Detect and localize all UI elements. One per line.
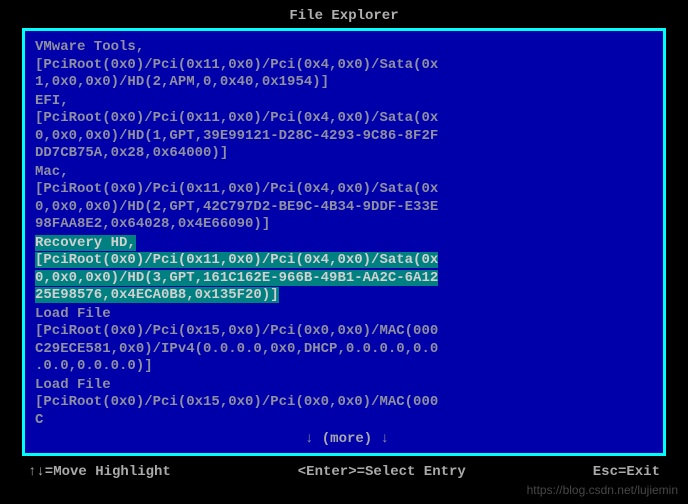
entry-name: Recovery HD,	[35, 235, 136, 251]
more-indicator: ↓ (more) ↓	[35, 431, 659, 447]
hint-exit: Esc=Exit	[593, 464, 660, 480]
entry-path-segment: C	[35, 412, 659, 430]
entry-name: Mac,	[35, 164, 659, 182]
file-list-frame: VMware Tools,[PciRoot(0x0)/Pci(0x11,0x0)…	[22, 28, 666, 456]
file-entry[interactable]: VMware Tools,[PciRoot(0x0)/Pci(0x11,0x0)…	[35, 39, 659, 92]
entry-path-segment: [PciRoot(0x0)/Pci(0x11,0x0)/Pci(0x4,0x0)…	[35, 252, 438, 268]
watermark: https://blog.csdn.net/lujiemin	[527, 483, 678, 497]
entry-name: Load File	[35, 377, 659, 395]
hint-select: <Enter>=Select Entry	[298, 464, 466, 480]
entry-path-segment: [PciRoot(0x0)/Pci(0x11,0x0)/Pci(0x4,0x0)…	[35, 181, 659, 199]
entry-path-segment: [PciRoot(0x0)/Pci(0x11,0x0)/Pci(0x4,0x0)…	[35, 110, 659, 128]
entry-path-segment: 98FAA8E2,0x64028,0x4E66090)]	[35, 216, 659, 234]
entry-path-segment: 1,0x0,0x0)/HD(2,APM,0,0x40,0x1954)]	[35, 74, 659, 92]
entry-path-segment: DD7CB75A,0x28,0x64000)]	[35, 145, 659, 163]
entry-name: VMware Tools,	[35, 39, 659, 57]
file-entry[interactable]: Recovery HD,[PciRoot(0x0)/Pci(0x11,0x0)/…	[35, 235, 659, 305]
entry-name: Load File	[35, 306, 659, 324]
file-entry[interactable]: Mac,[PciRoot(0x0)/Pci(0x11,0x0)/Pci(0x4,…	[35, 164, 659, 234]
entry-path-segment: 0,0x0,0x0)/HD(2,GPT,42C797D2-BE9C-4B34-9…	[35, 199, 659, 217]
entry-path-segment: [PciRoot(0x0)/Pci(0x15,0x0)/Pci(0x0,0x0)…	[35, 323, 659, 341]
file-entry[interactable]: Load File[PciRoot(0x0)/Pci(0x15,0x0)/Pci…	[35, 306, 659, 376]
file-entry[interactable]: Load File[PciRoot(0x0)/Pci(0x15,0x0)/Pci…	[35, 377, 659, 430]
entry-path-segment: 0,0x0,0x0)/HD(3,GPT,161C162E-966B-49B1-A…	[35, 270, 438, 286]
entry-path-segment: 25E98576,0x4ECA0B8,0x135F20)]	[35, 287, 279, 303]
file-entry[interactable]: EFI,[PciRoot(0x0)/Pci(0x11,0x0)/Pci(0x4,…	[35, 93, 659, 163]
entry-path-segment: [PciRoot(0x0)/Pci(0x15,0x0)/Pci(0x0,0x0)…	[35, 394, 659, 412]
entry-path-segment: [PciRoot(0x0)/Pci(0x11,0x0)/Pci(0x4,0x0)…	[35, 57, 659, 75]
hint-move: ↑↓=Move Highlight	[28, 464, 171, 480]
entry-path-segment: 0,0x0,0x0)/HD(1,GPT,39E99121-D28C-4293-9…	[35, 128, 659, 146]
footer-hints: ↑↓=Move Highlight <Enter>=Select Entry E…	[0, 456, 688, 480]
entry-path-segment: .0.0,0.0.0.0)]	[35, 358, 659, 376]
window-title: File Explorer	[0, 0, 688, 28]
entry-path-segment: C29ECE581,0x0)/IPv4(0.0.0.0,0x0,DHCP,0.0…	[35, 341, 659, 359]
entry-name: EFI,	[35, 93, 659, 111]
